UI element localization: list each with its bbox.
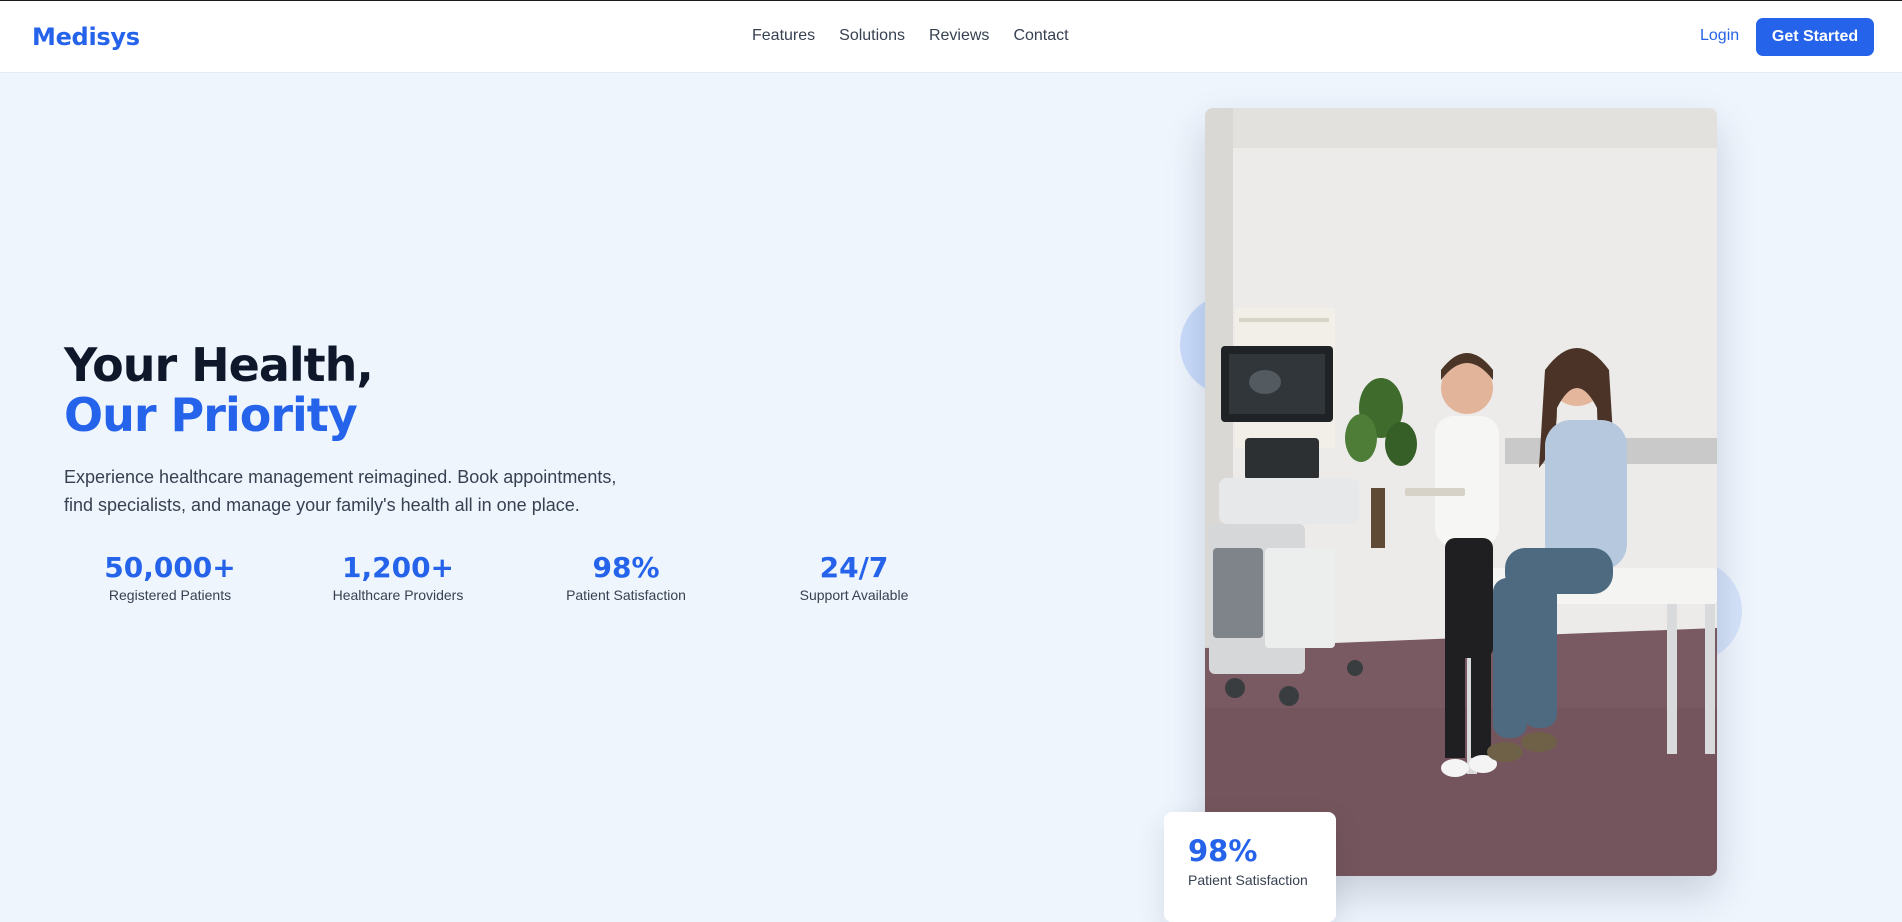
hero-description: Experience healthcare management reimagi… <box>64 467 617 515</box>
satisfaction-label: Patient Satisfaction <box>1188 872 1308 888</box>
doctor-consultation-illustration <box>1205 108 1717 876</box>
stat-label: Patient Satisfaction <box>566 587 686 603</box>
stat-item: 50,000+ Registered Patients <box>56 550 284 603</box>
hero-title: Your Health, Our Priority <box>64 338 374 442</box>
stat-label: Registered Patients <box>108 587 232 603</box>
nav-link-contact[interactable]: Contact <box>1013 27 1068 45</box>
navbar: Medisys Features Solutions Reviews Conta… <box>0 1 1902 73</box>
stat-value: 24/7 <box>819 551 889 584</box>
hero-title-line1: Your Health, <box>64 338 374 392</box>
stat-item: 24/7 Support Available <box>740 550 968 603</box>
get-started-button[interactable]: Get Started <box>1756 18 1874 56</box>
stat-item: 98% Patient Satisfaction <box>512 550 740 603</box>
nav-link-solutions[interactable]: Solutions <box>839 27 905 45</box>
nav-links: Features Solutions Reviews Contact <box>752 27 1069 45</box>
nav-link-features[interactable]: Features <box>752 27 815 45</box>
hero-photo <box>1205 108 1717 876</box>
satisfaction-card: 98% Patient Satisfaction <box>1164 812 1336 922</box>
stats-row: 50,000+ Registered Patients 1,200+ Healt… <box>56 550 968 603</box>
stat-value: 50,000+ <box>104 551 236 584</box>
stat-label: Healthcare Providers <box>332 587 464 603</box>
stat-value: 1,200+ <box>341 551 455 584</box>
stat-item: 1,200+ Healthcare Providers <box>284 550 512 603</box>
stat-value: 98% <box>592 551 660 584</box>
satisfaction-value: 98% <box>1188 834 1258 868</box>
nav-link-reviews[interactable]: Reviews <box>929 27 989 45</box>
login-link[interactable]: Login <box>1700 27 1739 45</box>
brand-logo[interactable]: Medisys <box>32 23 140 51</box>
stat-label: Support Available <box>799 587 909 603</box>
hero-title-line2: Our Priority <box>64 388 358 442</box>
